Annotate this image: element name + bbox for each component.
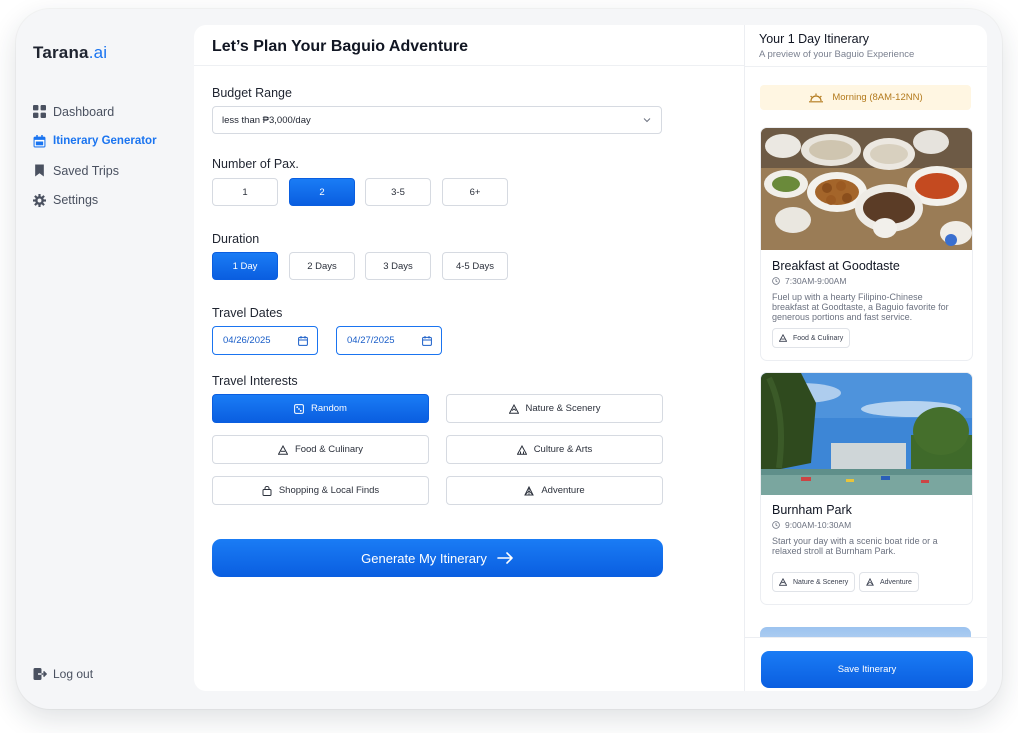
- save-itinerary-button[interactable]: Save Itinerary: [761, 651, 973, 688]
- pax-label: Number of Pax.: [212, 157, 299, 171]
- tag-adventure[interactable]: Adventure: [859, 572, 919, 592]
- food-icon: [277, 444, 288, 455]
- interest-label: Adventure: [541, 485, 585, 496]
- card-title: Burnham Park: [772, 503, 852, 517]
- time-slot-label: Morning (8AM-12NN): [832, 92, 923, 103]
- grid-icon: [33, 105, 46, 119]
- pax-option-2[interactable]: 2: [289, 178, 355, 206]
- pax-option-3-5[interactable]: 3-5: [365, 178, 431, 206]
- duration-option-3-days[interactable]: 3 Days: [365, 252, 431, 280]
- sidebar-item-itinerary-generator[interactable]: Itinerary Generator: [33, 127, 157, 157]
- mountain-icon: [779, 578, 787, 586]
- generate-itinerary-button[interactable]: Generate My Itinerary: [212, 539, 663, 577]
- main-panel: Let’s Plan Your Baguio Adventure Budget …: [194, 25, 744, 691]
- sidebar: Tarana.ai Dashboard Itinerary Generator …: [16, 9, 194, 709]
- interest-shopping-local-finds[interactable]: Shopping & Local Finds: [212, 476, 429, 505]
- itinerary-card[interactable]: Burnham Park 9:00AM-10:30AM Start your d…: [760, 372, 973, 605]
- logout-label: Log out: [53, 667, 94, 681]
- page-title: Let’s Plan Your Baguio Adventure: [212, 38, 469, 55]
- interest-culture-arts[interactable]: Culture & Arts: [446, 435, 663, 464]
- end-date-value: 04/27/2025: [347, 335, 395, 346]
- interest-random[interactable]: Random: [212, 394, 429, 423]
- card-description: Fuel up with a hearty Filipino-Chinese b…: [772, 292, 949, 322]
- interest-food-culinary[interactable]: Food & Culinary: [212, 435, 429, 464]
- end-date-field[interactable]: 04/27/2025: [336, 326, 442, 355]
- interest-label: Culture & Arts: [533, 444, 593, 455]
- start-date-value: 04/26/2025: [223, 335, 271, 346]
- tag-nature-scenery[interactable]: Nature & Scenery: [772, 572, 856, 592]
- interest-adventure[interactable]: Adventure: [446, 476, 663, 505]
- clock-icon: [772, 277, 780, 285]
- dice-icon: [294, 403, 304, 414]
- interest-label: Random: [311, 403, 347, 414]
- sidebar-item-label: Settings: [53, 193, 99, 208]
- itinerary-subtitle: A preview of your Baguio Experience: [759, 49, 915, 60]
- sidebar-item-label: Saved Trips: [53, 163, 120, 178]
- budget-label: Budget Range: [212, 86, 292, 100]
- sidebar-item-saved-trips[interactable]: Saved Trips: [33, 156, 157, 186]
- pax-option-1[interactable]: 1: [212, 178, 278, 206]
- card-time-value: 9:00AM-10:30AM: [785, 520, 852, 530]
- breakfast-photo: [761, 128, 972, 250]
- app-window: Tarana.ai Dashboard Itinerary Generator …: [16, 9, 1002, 709]
- sidebar-item-settings[interactable]: Settings: [33, 186, 157, 216]
- card-time: 9:00AM-10:30AM: [772, 520, 851, 530]
- gear-icon: [33, 193, 46, 207]
- calendar-icon: [33, 134, 46, 148]
- tag-label: Food & Culinary: [793, 334, 844, 342]
- interest-nature-scenery[interactable]: Nature & Scenery: [446, 394, 663, 423]
- itinerary-card[interactable]: Breakfast at Goodtaste 7:30AM-9:00AM Fue…: [760, 127, 973, 361]
- sidebar-item-dashboard[interactable]: Dashboard: [33, 97, 157, 127]
- tag-label: Adventure: [880, 578, 912, 586]
- duration-option-4-5-days[interactable]: 4-5 Days: [442, 252, 508, 280]
- brand-name: Tarana: [33, 43, 89, 62]
- sidebar-item-label: Dashboard: [53, 104, 115, 119]
- pax-option-6-plus[interactable]: 6+: [442, 178, 508, 206]
- mountain-icon: [508, 403, 519, 414]
- itinerary-panel: Your 1 Day Itinerary A preview of your B…: [744, 25, 987, 691]
- burnham-park-photo: [761, 373, 972, 495]
- adventure-icon: [866, 578, 874, 586]
- duration-option-1-day[interactable]: 1 Day: [212, 252, 278, 280]
- calendar-icon: [298, 336, 308, 346]
- chevron-down-icon: [643, 118, 651, 123]
- culture-icon: [516, 444, 527, 455]
- card-description: Start your day with a scenic boat ride o…: [772, 536, 938, 556]
- save-footer: Save Itinerary: [745, 637, 987, 691]
- brand-suffix: .ai: [88, 43, 108, 62]
- card-time-value: 7:30AM-9:00AM: [785, 276, 847, 286]
- interests-label: Travel Interests: [212, 374, 298, 388]
- interest-label: Shopping & Local Finds: [278, 485, 380, 496]
- food-icon: [779, 334, 787, 342]
- clock-icon: [772, 521, 780, 529]
- card-time: 7:30AM-9:00AM: [772, 276, 846, 286]
- interest-label: Food & Culinary: [294, 444, 364, 455]
- interest-label: Nature & Scenery: [525, 403, 601, 414]
- arrow-right-icon: [497, 552, 513, 564]
- duration-label: Duration: [212, 232, 260, 246]
- brand-logo: Tarana.ai: [33, 43, 107, 63]
- duration-option-2-days[interactable]: 2 Days: [289, 252, 355, 280]
- bookmark-icon: [35, 164, 44, 177]
- calendar-icon: [422, 336, 432, 346]
- adventure-icon: [524, 485, 535, 495]
- travel-dates-label: Travel Dates: [212, 306, 283, 320]
- sidebar-nav: Dashboard Itinerary Generator Saved Trip…: [33, 97, 157, 215]
- budget-value: less than ₱3,000/day: [222, 114, 311, 126]
- card-title: Breakfast at Goodtaste: [772, 259, 900, 273]
- generate-button-label: Generate My Itinerary: [361, 550, 487, 566]
- sidebar-item-label: Itinerary Generator: [53, 135, 157, 148]
- sunrise-icon: [809, 93, 824, 102]
- shopping-bag-icon: [262, 485, 272, 496]
- logout-icon: [33, 668, 47, 680]
- panel-divider: [745, 66, 987, 67]
- itinerary-title: Your 1 Day Itinerary: [759, 32, 870, 46]
- budget-select[interactable]: less than ₱3,000/day: [212, 106, 662, 134]
- tag-food-culinary[interactable]: Food & Culinary: [772, 328, 851, 348]
- tag-label: Nature & Scenery: [793, 578, 849, 586]
- logout-button[interactable]: Log out: [33, 667, 93, 681]
- time-slot-badge: Morning (8AM-12NN): [760, 85, 971, 110]
- start-date-field[interactable]: 04/26/2025: [212, 326, 318, 355]
